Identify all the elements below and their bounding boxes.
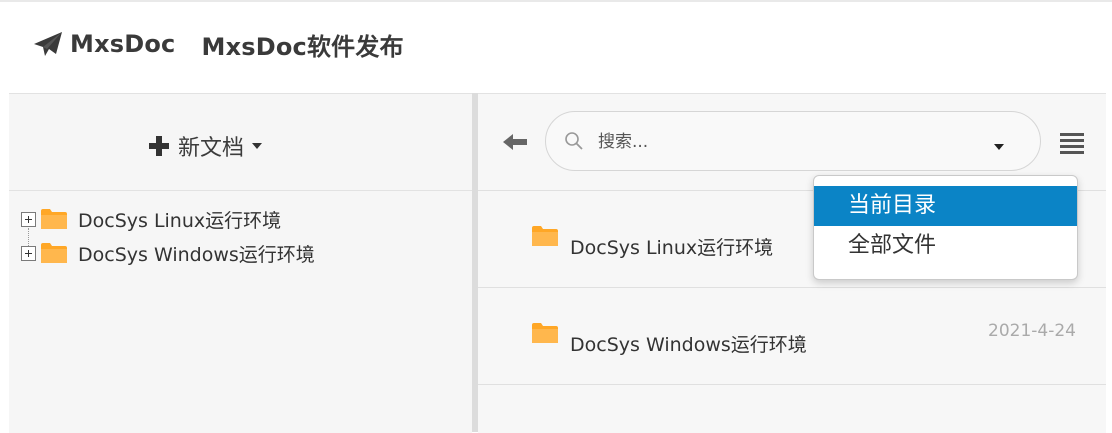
repo-name[interactable]: MxsDoc <box>70 30 176 58</box>
folder-icon <box>41 243 67 263</box>
search-box <box>545 111 1041 171</box>
arrow-left-icon[interactable] <box>502 131 528 153</box>
tree-node-label: DocSys Windows运行环境 <box>78 243 315 266</box>
file-name: DocSys Linux运行环境 <box>570 237 774 259</box>
paper-plane-icon <box>34 32 62 56</box>
search-scope-option-current-dir[interactable]: 当前目录 <box>814 186 1077 226</box>
caret-down-icon <box>252 143 263 149</box>
file-name: DocSys Windows运行环境 <box>570 334 807 356</box>
search-input[interactable] <box>596 126 980 158</box>
page-header: MxsDoc MxsDoc软件发布 <box>32 24 404 64</box>
right-edge <box>1106 93 1112 432</box>
folder-icon <box>41 209 67 229</box>
top-border <box>0 0 1112 2</box>
left-divider <box>9 190 472 191</box>
hamburger-menu-icon[interactable] <box>1060 133 1084 155</box>
file-row[interactable]: DocSys Windows运行环境 2021-4-24 <box>478 288 1106 384</box>
tree-node[interactable]: DocSys Linux运行环境 <box>21 207 282 232</box>
new-doc-button[interactable]: 新文档 <box>148 128 263 164</box>
expand-icon[interactable] <box>21 245 36 261</box>
plus-icon <box>149 136 169 156</box>
search-scope-dropdown: 当前目录 全部文件 <box>813 175 1078 280</box>
search-scope-option-all-files[interactable]: 全部文件 <box>814 226 1077 266</box>
search-scope-caret-icon[interactable] <box>994 144 1004 150</box>
tree-node-label: DocSys Linux运行环境 <box>78 209 282 232</box>
file-date: 2021-4-24 <box>988 321 1076 341</box>
folder-icon <box>532 323 558 343</box>
tree-node[interactable]: DocSys Windows运行环境 <box>21 241 315 266</box>
search-icon <box>565 132 583 150</box>
doc-title: MxsDoc软件发布 <box>201 32 404 61</box>
new-doc-label: 新文档 <box>178 136 245 161</box>
row-divider <box>478 384 1106 385</box>
folder-icon <box>532 226 558 246</box>
expand-icon[interactable] <box>21 211 36 227</box>
